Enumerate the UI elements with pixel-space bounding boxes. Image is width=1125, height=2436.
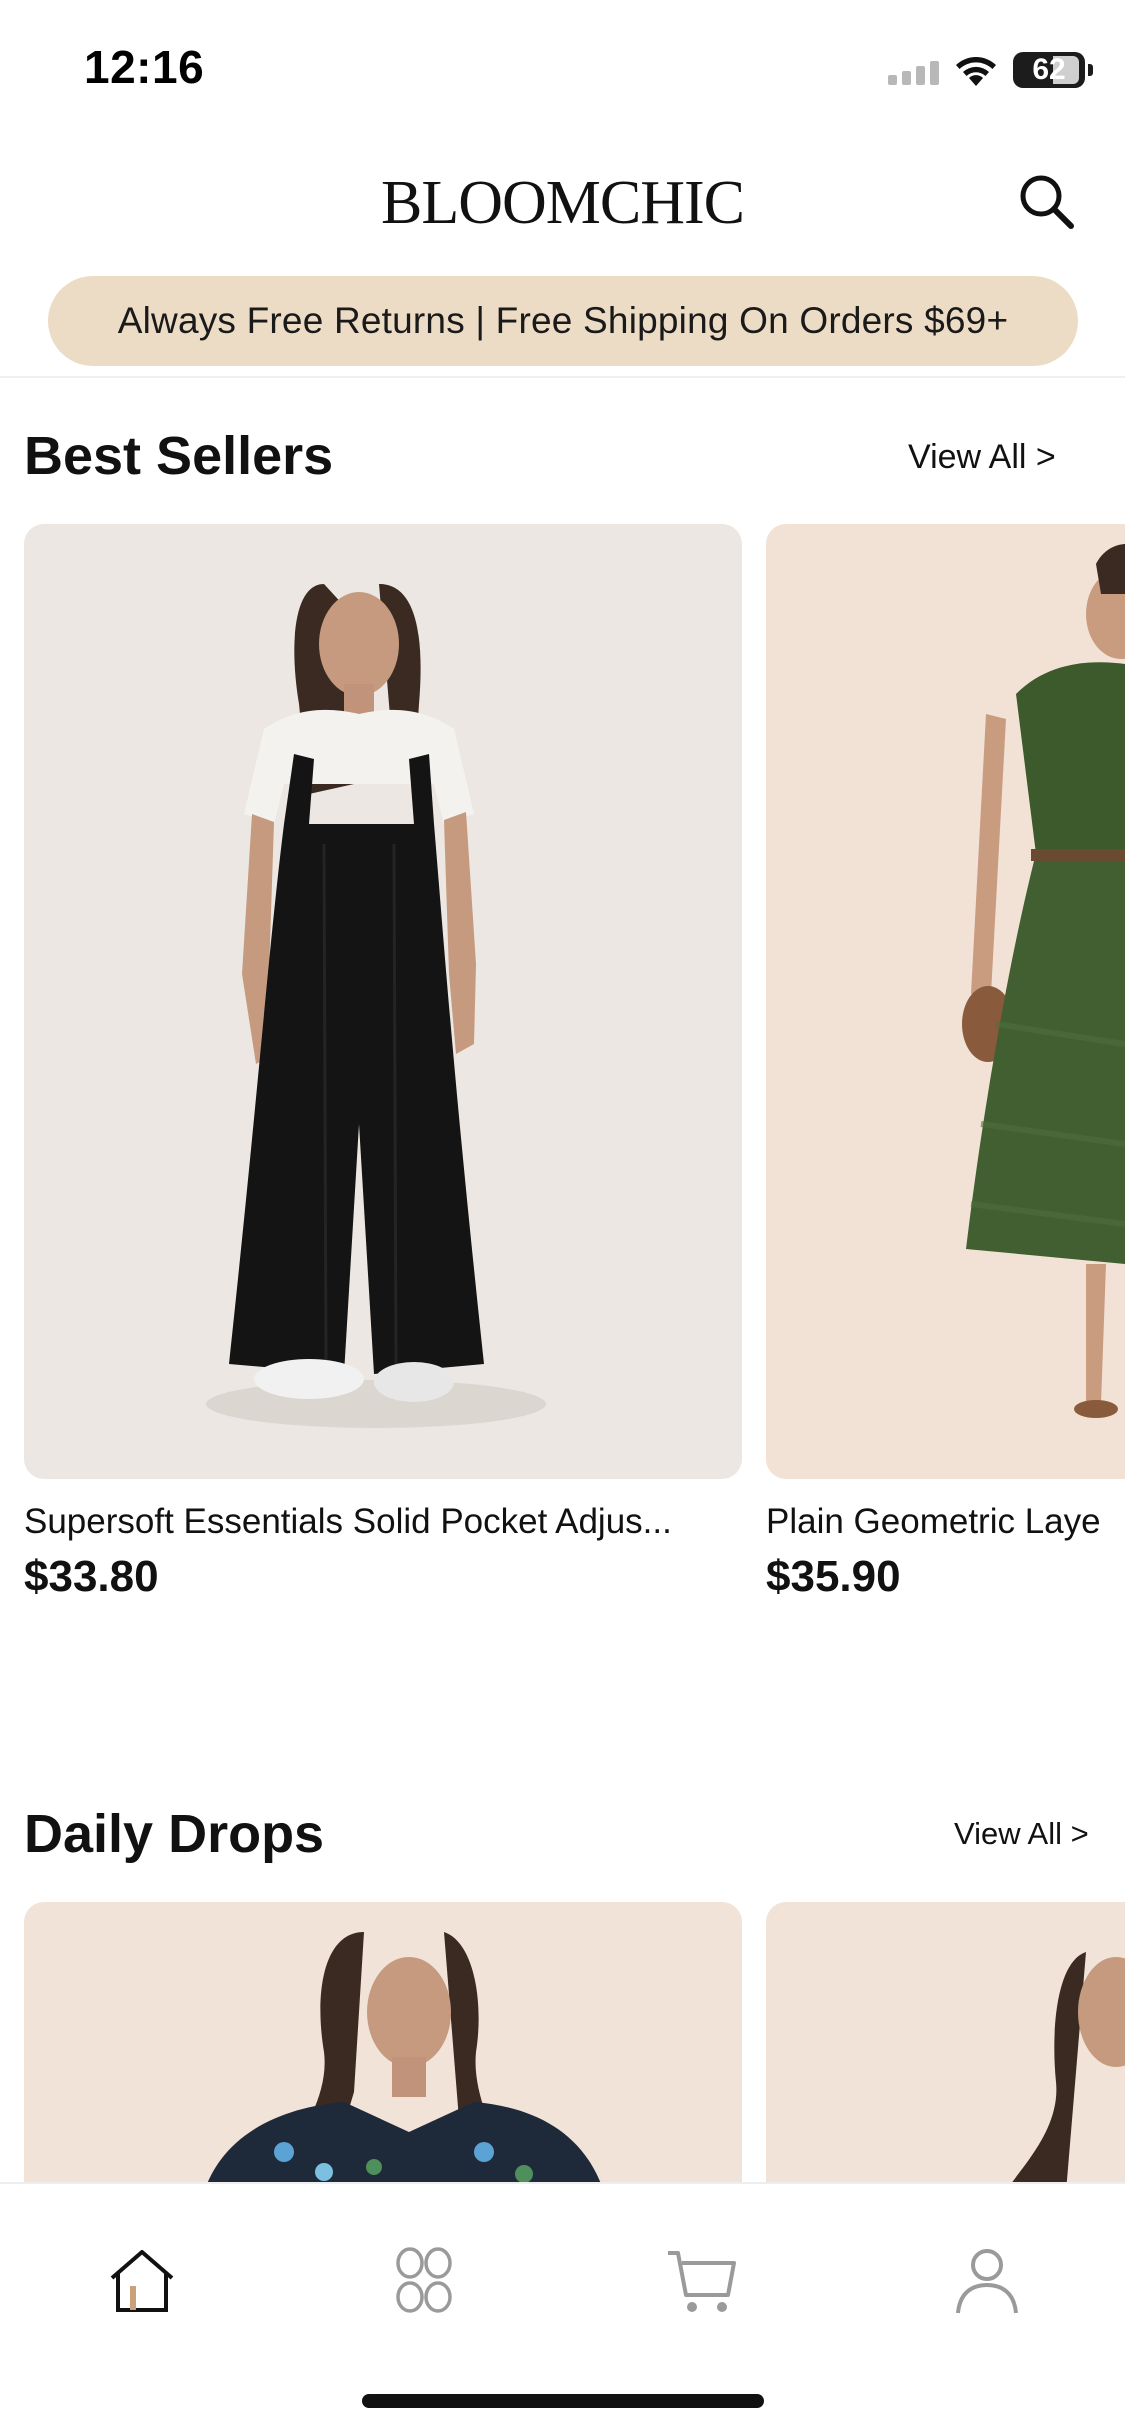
product-image[interactable] bbox=[766, 524, 1125, 1479]
battery-level: 62 bbox=[1032, 53, 1066, 86]
cart-icon bbox=[668, 2251, 736, 2312]
tab-cart[interactable] bbox=[657, 2236, 747, 2326]
best-sellers-view-all-link[interactable]: View All > bbox=[908, 438, 1056, 477]
divider bbox=[0, 376, 1125, 378]
daily-drops-title: Daily Drops bbox=[24, 1804, 325, 1864]
tab-home[interactable] bbox=[97, 2236, 187, 2326]
product-image[interactable] bbox=[24, 524, 742, 1479]
product-name[interactable]: Plain Geometric Laye bbox=[766, 1502, 1125, 1542]
status-bar: 12:16 62 bbox=[0, 0, 1125, 135]
categories-icon bbox=[396, 2247, 452, 2313]
product-photo-overalls bbox=[206, 584, 546, 1428]
status-time: 12:16 bbox=[84, 41, 205, 93]
search-icon[interactable] bbox=[1015, 170, 1079, 234]
battery-icon: 62 bbox=[1013, 52, 1093, 88]
home-icon bbox=[110, 2250, 174, 2312]
tab-categories[interactable] bbox=[379, 2236, 469, 2326]
product-price: $33.80 bbox=[24, 1552, 159, 1601]
product-photo-green-dress bbox=[962, 544, 1125, 1418]
product-photo-portrait bbox=[1006, 1952, 1125, 2192]
account-icon bbox=[956, 2249, 1018, 2314]
product-image[interactable] bbox=[24, 1902, 742, 2192]
status-icons: 62 bbox=[888, 50, 1093, 90]
product-price: $35.90 bbox=[766, 1552, 901, 1601]
signal-icon bbox=[888, 55, 939, 85]
app-header: BLOOMCHIC bbox=[0, 150, 1125, 250]
product-photo-floral-blouse bbox=[204, 1932, 604, 2192]
home-indicator[interactable] bbox=[362, 2394, 764, 2408]
daily-drops-view-all-link[interactable]: View All > bbox=[954, 1816, 1089, 1852]
tab-account[interactable] bbox=[942, 2236, 1032, 2326]
promo-banner[interactable]: Always Free Returns | Free Shipping On O… bbox=[48, 276, 1078, 366]
wifi-icon bbox=[953, 52, 999, 88]
product-image[interactable] bbox=[766, 1902, 1125, 2192]
product-name[interactable]: Supersoft Essentials Solid Pocket Adjus.… bbox=[24, 1502, 742, 1542]
best-sellers-title: Best Sellers bbox=[24, 426, 334, 486]
brand-logo[interactable]: BLOOMCHIC bbox=[0, 168, 1125, 239]
